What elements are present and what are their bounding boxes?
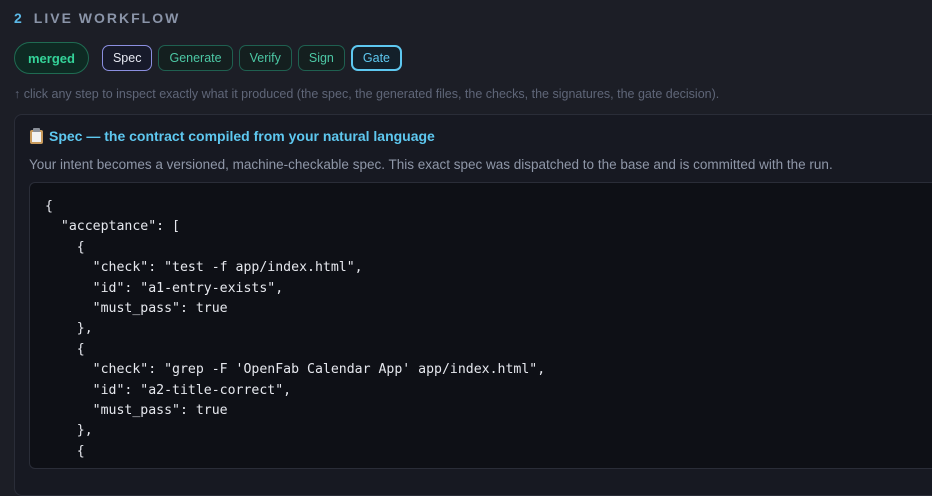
status-badge: merged: [14, 42, 89, 74]
spec-code-block[interactable]: { "acceptance": [ { "check": "test -f ap…: [29, 182, 932, 469]
panel-title: Spec — the contract compiled from your n…: [49, 128, 435, 144]
steps-hint: ↑ click any step to inspect exactly what…: [14, 87, 720, 101]
step-gate-button[interactable]: Gate: [350, 45, 402, 71]
step-verify-button[interactable]: Verify: [238, 45, 292, 71]
clipboard-icon: [29, 128, 44, 144]
spec-json-code: { "acceptance": [ { "check": "test -f ap…: [45, 199, 546, 459]
section-title: LIVE WORKFLOW: [33, 10, 181, 26]
step-spec-button[interactable]: Spec: [101, 45, 153, 71]
section-number: 2: [14, 10, 24, 26]
step-generate-button[interactable]: Generate: [158, 45, 233, 71]
panel-title-row: Spec — the contract compiled from your n…: [29, 128, 435, 144]
section-header: 2 LIVE WORKFLOW: [14, 10, 180, 26]
workflow-steps: merged Spec Generate Verify Sign Gate: [14, 42, 402, 74]
step-sign-button[interactable]: Sign: [297, 45, 345, 71]
panel-description: Your intent becomes a versioned, machine…: [29, 157, 833, 172]
spec-panel: Spec — the contract compiled from your n…: [14, 114, 932, 496]
